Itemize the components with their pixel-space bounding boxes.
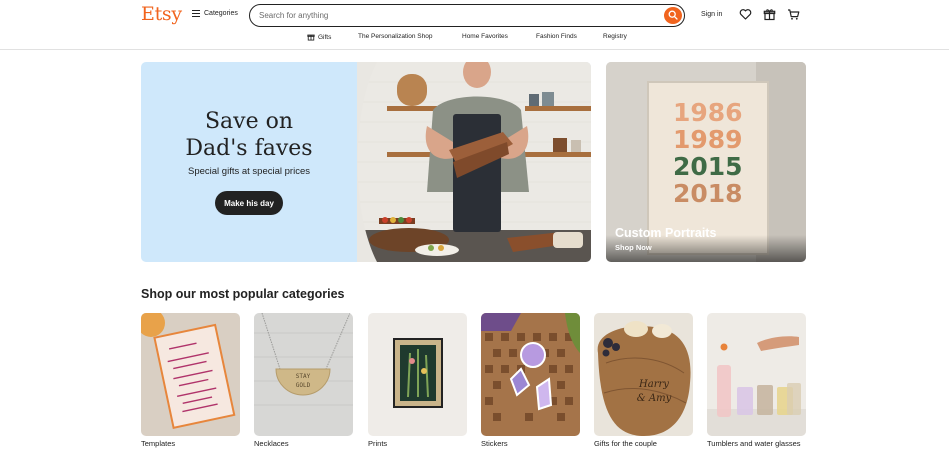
category-templates[interactable]: Templates [141,313,240,449]
category-gifts-for-the-couple[interactable]: Harry & Amy Gifts for the couple [594,313,693,449]
nav-gifts[interactable]: Gifts [307,33,331,41]
portrait-years: 1986 1989 2015 2018 [673,99,745,207]
categories-label: Categories [204,10,238,17]
nav-registry[interactable]: Registry [603,33,627,40]
nav-home-favorites[interactable]: Home Favorites [462,33,508,40]
year-3: 2015 [673,152,743,181]
nav-gifts-label: Gifts [318,33,332,41]
popular-categories-title: Shop our most popular categories [141,287,345,301]
category-stickers[interactable]: Stickers [481,313,580,449]
year-1: 1986 [673,98,743,127]
search-button[interactable] [664,6,682,24]
nav-fashion-finds[interactable]: Fashion Finds [536,33,577,40]
gift-mode-button[interactable] [763,8,776,21]
templates-image [141,313,240,436]
category-label: Gifts for the couple [594,439,657,448]
nav-personalization-shop[interactable]: The Personalization Shop [358,33,432,40]
necklace-engraving-line-2: GOLD [296,382,311,389]
custom-portraits-title: Custom Portraits [615,226,717,240]
search-bar [249,4,685,27]
shop-now-link[interactable]: Shop Now [615,243,652,252]
make-his-day-button[interactable]: Make his day [215,191,283,215]
necklace-engraving-line-1: STAY [296,373,311,380]
gift-icon [307,34,315,41]
sign-in-link[interactable]: Sign in [701,11,722,18]
hero-title-line-2: Dad's faves [185,136,313,161]
hero-banner: Save on Dad's faves Special gifts at spe… [141,62,591,262]
hero-subtitle: Special gifts at special prices [188,166,310,177]
couple-gifts-image: Harry & Amy [594,313,693,436]
search-icon [668,10,678,20]
tumblers-image [707,313,806,436]
hero-title-line-1: Save on [204,109,294,134]
board-engraving-line-1: Harry [638,379,669,390]
categories-button[interactable]: Categories [192,10,238,17]
year-4: 2018 [673,179,743,208]
category-label: Tumblers and water glasses [707,439,801,448]
category-label: Templates [141,439,176,448]
gift-icon [763,9,776,21]
sub-navigation: Gifts The Personalization Shop Home Favo… [0,33,949,45]
category-label: Necklaces [254,439,289,448]
hero-photo [357,62,591,262]
cart-icon [788,9,800,20]
category-tumblers-and-water-glasses[interactable]: Tumblers and water glasses [707,313,806,449]
category-necklaces[interactable]: STAY GOLD Necklaces [254,313,353,449]
necklaces-image: STAY GOLD [254,313,353,436]
cart-button[interactable] [787,8,800,21]
heart-icon [739,9,752,20]
board-engraving-line-2: & Amy [637,393,672,404]
custom-portraits-promo[interactable]: 1986 1989 2015 2018 Custom Portraits Sho… [606,62,806,262]
hero-title: Save on Dad's faves [171,108,327,162]
menu-icon [192,10,200,17]
category-label: Prints [368,439,388,448]
year-2: 1989 [673,125,743,154]
category-label: Stickers [481,439,508,448]
category-prints[interactable]: Prints [368,313,467,449]
etsy-logo[interactable]: Etsy [141,3,182,25]
prints-image [368,313,467,436]
stickers-image [481,313,580,436]
search-input[interactable] [259,8,649,22]
site-header: Etsy Categories Sign in [0,0,949,50]
favorites-button[interactable] [739,8,752,21]
